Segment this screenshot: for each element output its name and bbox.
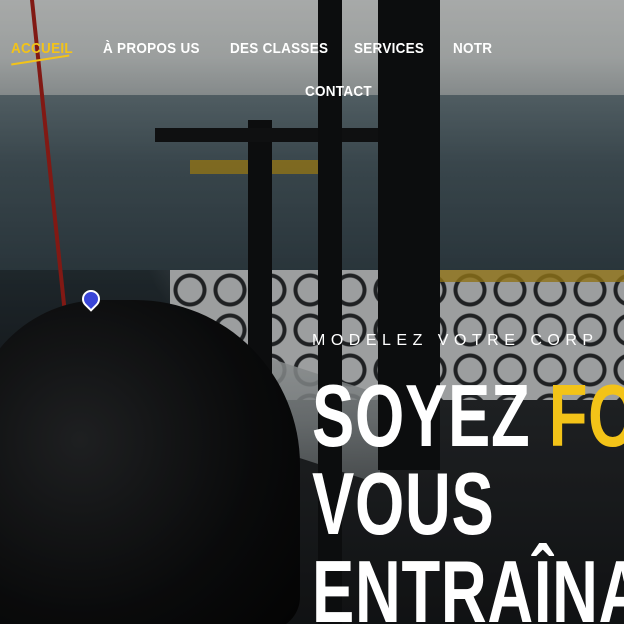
nav-item-notre[interactable]: NOTR xyxy=(453,40,492,57)
headline-line-1: SOYEZ FO xyxy=(312,366,624,465)
hero-tagline: MODELEZ VOTRE CORP xyxy=(312,332,599,349)
nav-item-label: À PROPOS US xyxy=(103,40,200,57)
hero-headline: SOYEZ FO VOUS ENTRAÎNA xyxy=(312,372,624,624)
nav-item-contact[interactable]: CONTACT xyxy=(305,83,372,100)
nav-item-a-propos[interactable]: À PROPOS US xyxy=(103,40,200,57)
nav-item-services[interactable]: SERVICES xyxy=(354,40,424,57)
nav-item-label: DES CLASSES xyxy=(230,40,329,57)
nav-item-accueil[interactable]: ACCUEIL xyxy=(11,40,73,66)
headline-line-3: ENTRAÎNA xyxy=(312,542,624,624)
nav-item-label: NOTR xyxy=(453,40,493,57)
headline-word-white: SOYEZ xyxy=(312,366,549,465)
hero-section: ACCUEIL À PROPOS US DES CLASSES SERVICES… xyxy=(0,0,624,624)
nav-item-label: SERVICES xyxy=(354,40,425,57)
headline-word-accent: FO xyxy=(548,366,624,465)
nav-item-des-classes[interactable]: DES CLASSES xyxy=(230,40,328,57)
nav-item-label: CONTACT xyxy=(305,83,372,100)
headline-line-2: VOUS xyxy=(312,454,495,553)
main-navigation: ACCUEIL À PROPOS US DES CLASSES SERVICES… xyxy=(0,0,624,110)
